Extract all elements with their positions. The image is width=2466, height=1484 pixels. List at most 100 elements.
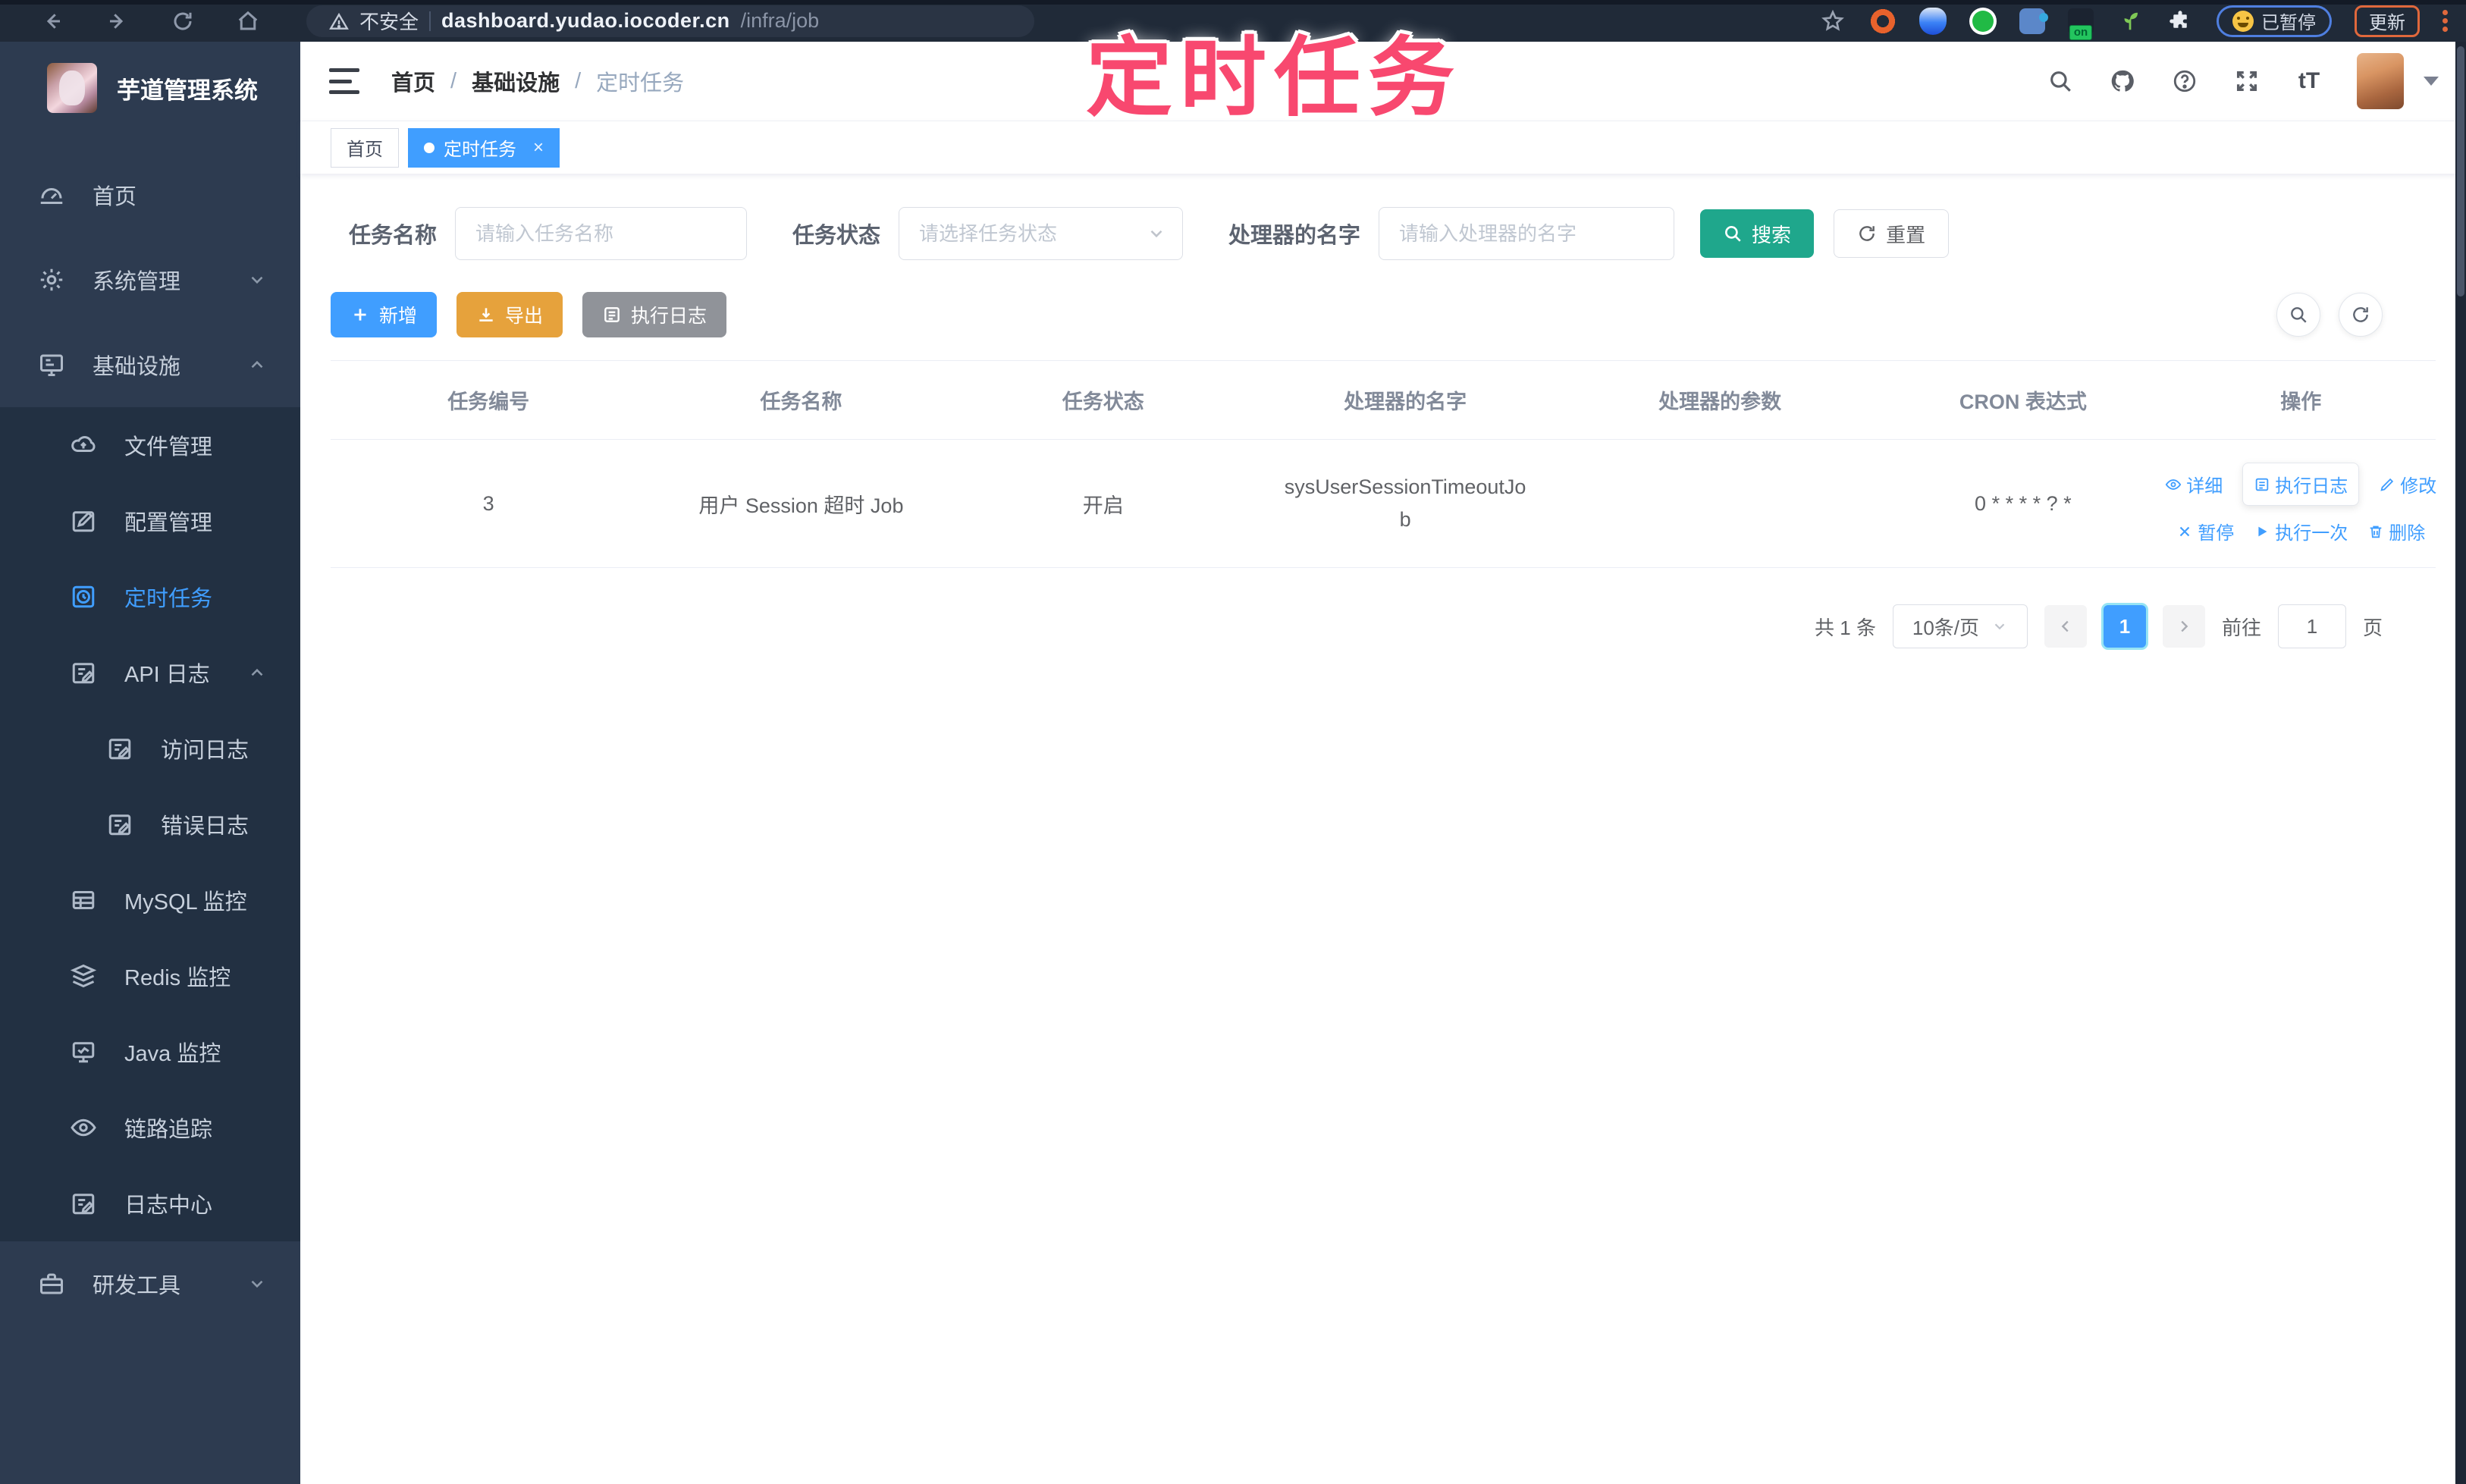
fullscreen-icon[interactable] [2232, 67, 2261, 96]
avatar-caret-icon[interactable] [2424, 77, 2439, 86]
prev-page-button[interactable] [2044, 605, 2087, 648]
extension-on-badge: on [2069, 24, 2093, 40]
database-icon [70, 886, 97, 914]
reload-icon[interactable] [170, 8, 196, 34]
avatar[interactable] [2357, 53, 2404, 109]
sidebar-item-label: MySQL 监控 [124, 890, 247, 915]
sidebar-item-redis[interactable]: Redis 监控 [0, 938, 300, 1014]
sidebar-item-access-log[interactable]: 访问日志 [0, 711, 300, 786]
delete-link[interactable]: 删除 [2367, 518, 2425, 544]
toggle-search-button[interactable] [2276, 293, 2320, 337]
url-domain[interactable]: dashboard.yudao.iocoder.cn [441, 9, 730, 33]
sidebar-item-infra[interactable]: 基础设施 [0, 322, 300, 407]
page-scrollbar[interactable] [2455, 42, 2466, 1484]
url-path[interactable]: /infra/job [741, 9, 820, 33]
chevron-down-icon [247, 1274, 267, 1294]
breadcrumb-home[interactable]: 首页 [391, 65, 435, 97]
sidebar-item-label: 文件管理 [124, 435, 213, 460]
reset-button[interactable]: 重置 [1834, 209, 1950, 258]
pagination: 共 1 条 10条/页 1 前往 页 [331, 604, 2436, 648]
sidebar-item-label: 配置管理 [124, 511, 213, 535]
sidebar-item-label: 访问日志 [161, 739, 249, 763]
pause-link[interactable]: 暂停 [2176, 518, 2234, 544]
bookmark-star-icon[interactable] [1819, 8, 1846, 35]
job-status-select[interactable] [899, 207, 1184, 260]
next-page-button[interactable] [2162, 605, 2205, 648]
sidebar-item-job[interactable]: 定时任务 [0, 559, 300, 635]
sidebar-item-api-log[interactable]: API 日志 [0, 635, 300, 711]
col-header-actions: 操作 [2280, 391, 2322, 413]
detail-link[interactable]: 详细 [2165, 471, 2223, 497]
handler-name-input[interactable] [1379, 207, 1675, 260]
row-exec-log-link[interactable]: 执行日志 [2242, 463, 2360, 506]
extension-orange-icon[interactable] [1869, 7, 1897, 35]
extension-dark-icon[interactable]: on [2068, 8, 2094, 40]
chevron-up-icon [247, 663, 267, 682]
help-icon[interactable] [2170, 67, 2199, 96]
home-icon[interactable] [235, 8, 261, 34]
export-button[interactable]: 导出 [456, 292, 563, 337]
search-icon[interactable] [2046, 67, 2075, 96]
back-icon[interactable] [39, 8, 65, 34]
address-bar[interactable]: 不安全 dashboard.yudao.iocoder.cn /infra/jo… [306, 5, 1034, 37]
job-status-select-input[interactable] [899, 207, 1184, 260]
paused-capsule[interactable]: 已暂停 [2217, 5, 2332, 37]
forward-icon[interactable] [105, 8, 130, 34]
browser-menu-icon[interactable] [2442, 10, 2448, 32]
edit-link[interactable]: 修改 [2379, 471, 2436, 497]
breadcrumb-section[interactable]: 基础设施 [472, 65, 560, 97]
emoji-face-icon [2232, 10, 2254, 32]
exec-log-button-label: 执行日志 [631, 306, 707, 327]
tag-home[interactable]: 首页 [331, 127, 399, 168]
toolbox-icon [38, 1270, 65, 1297]
gear-icon [38, 266, 65, 293]
close-icon[interactable]: × [533, 137, 544, 158]
extension-puzzle-blue-icon[interactable] [2019, 8, 2048, 34]
sidebar-item-label: 链路追踪 [124, 1118, 213, 1142]
log-edit-icon [70, 1190, 97, 1217]
sidebar-logo-row[interactable]: 芋道管理系统 [0, 42, 300, 133]
sidebar-item-java[interactable]: Java 监控 [0, 1014, 300, 1090]
tag-label: 定时任务 [444, 140, 516, 160]
sidebar-item-file[interactable]: 文件管理 [0, 407, 300, 483]
sidebar-item-log-center[interactable]: 日志中心 [0, 1166, 300, 1241]
timer-icon [70, 583, 97, 610]
font-size-icon[interactable]: tT [2295, 67, 2323, 96]
cloud-upload-icon [70, 431, 97, 459]
tag-job[interactable]: 定时任务 × [408, 127, 560, 168]
sidebar-item-label: API 日志 [124, 663, 210, 687]
goto-label: 前往 [2221, 616, 2261, 639]
refresh-button[interactable] [2339, 293, 2383, 337]
exec-log-button[interactable]: 执行日志 [582, 292, 727, 337]
extension-sprout-icon[interactable] [2116, 8, 2144, 35]
page-1-button[interactable]: 1 [2103, 605, 2146, 648]
goto-page-input[interactable] [2277, 604, 2346, 648]
sidebar-item-mysql[interactable]: MySQL 监控 [0, 862, 300, 938]
sidebar-item-system[interactable]: 系统管理 [0, 237, 300, 322]
sidebar-item-label: 基础设施 [93, 355, 181, 379]
search-button[interactable]: 搜索 [1700, 209, 1815, 258]
extensions-puzzle-icon[interactable] [2166, 8, 2194, 35]
page-size-select[interactable]: 10条/页 [1892, 604, 2028, 648]
run-once-link[interactable]: 执行一次 [2254, 518, 2348, 544]
extension-blue-icon[interactable] [1919, 7, 1947, 35]
extension-green-icon[interactable] [1969, 7, 1997, 35]
col-header-params: 处理器的参数 [1658, 391, 1782, 413]
reset-button-label: 重置 [1886, 223, 1926, 246]
github-icon[interactable] [2108, 67, 2137, 96]
col-header-name: 任务名称 [760, 391, 842, 413]
page-content: 任务名称 任务状态 处理器的名字 搜索 重置 [300, 174, 2466, 1484]
job-name-input[interactable] [455, 207, 748, 260]
chevron-up-icon [247, 355, 267, 375]
sidebar-item-home[interactable]: 首页 [0, 152, 300, 237]
browser-update-button[interactable]: 更新 [2355, 5, 2420, 37]
add-button[interactable]: 新增 [331, 292, 438, 337]
sidebar-item-config[interactable]: 配置管理 [0, 483, 300, 559]
security-label[interactable]: 不安全 [359, 7, 419, 35]
breadcrumb-separator: / [575, 68, 582, 93]
sidebar-item-devtools[interactable]: 研发工具 [0, 1241, 300, 1326]
sidebar-item-trace[interactable]: 链路追踪 [0, 1090, 300, 1166]
sidebar-collapse-icon[interactable] [329, 68, 359, 94]
sidebar-item-error-log[interactable]: 错误日志 [0, 786, 300, 862]
scrollbar-thumb[interactable] [2457, 46, 2464, 296]
